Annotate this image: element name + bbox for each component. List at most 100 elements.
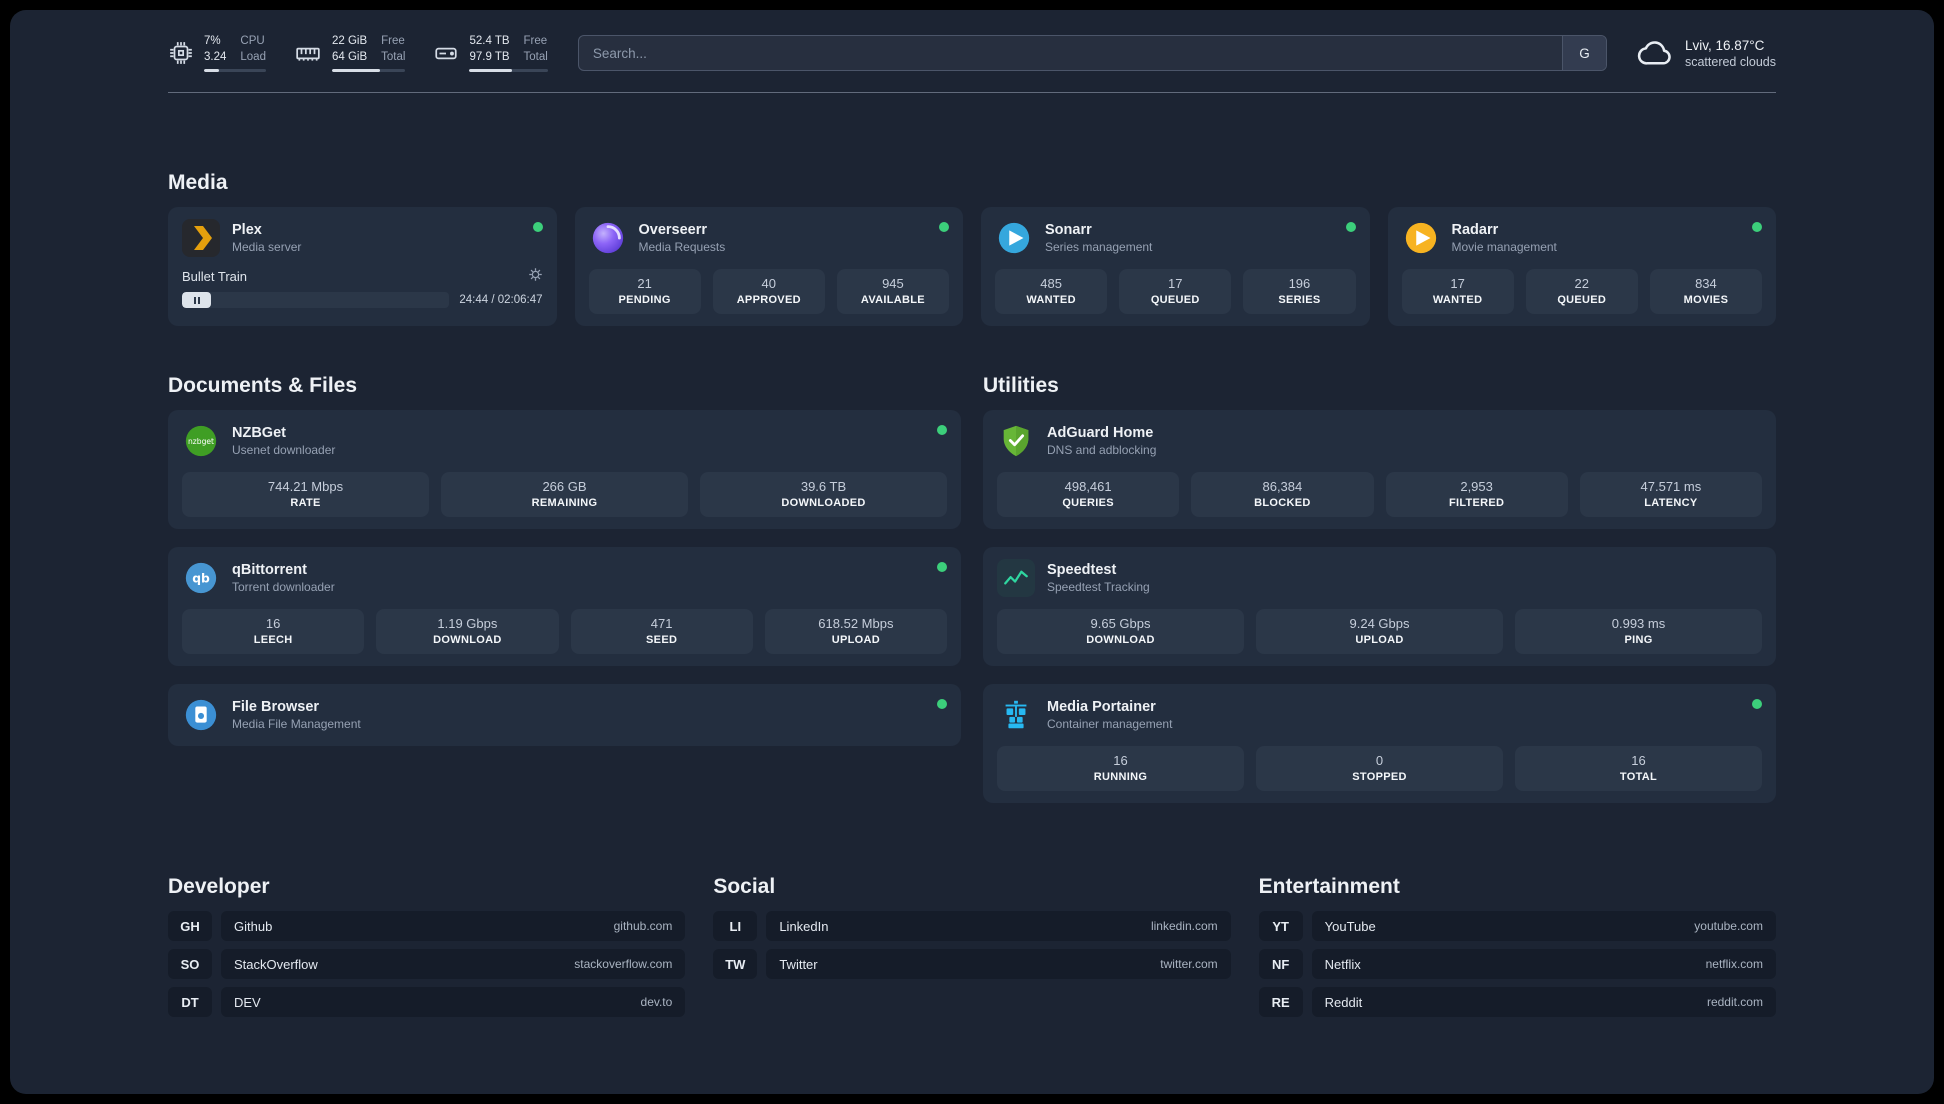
stat-label: TOTAL [1619, 771, 1658, 784]
bookmark-group-entertainment: Entertainment YT YouTube youtube.com NF … [1258, 875, 1776, 1018]
stat-label: DOWNLOAD [1086, 634, 1155, 647]
disk-free-label: Free [523, 35, 548, 47]
stat-series: 196 SERIES [1243, 269, 1356, 315]
stat-download: 9.65 Gbps DOWNLOAD [997, 609, 1244, 655]
search-input[interactable] [578, 36, 1562, 71]
app-card-portainer[interactable]: Media Portainer Container management 16 … [983, 684, 1776, 804]
stat-latency: 47.571 ms LATENCY [1579, 472, 1762, 518]
weather-condition: scattered clouds [1684, 54, 1776, 69]
ram-widget: 22 GiB 64 GiB Free Total [294, 34, 406, 73]
bookmark-netflix[interactable]: NF Netflix netflix.com [1258, 949, 1776, 980]
stat-label: PING [1624, 634, 1653, 647]
bookmark-name: YouTube [1324, 918, 1376, 934]
bookmark-abbr: SO [168, 949, 212, 980]
stat-value: 17 [1168, 276, 1183, 292]
app-card-overseerr[interactable]: Overseerr Media Requests 21 PENDING 40 A… [574, 207, 963, 327]
sonarr-icon [995, 219, 1033, 257]
stat-value: 9.65 Gbps [1090, 616, 1151, 632]
bookmark-name: Twitter [779, 956, 818, 972]
cpu-load-label: Load [240, 50, 266, 63]
app-card-plex[interactable]: Plex Media server Bullet Train 24:44 / 0… [168, 207, 557, 327]
portainer-icon [997, 696, 1035, 734]
stat-label: DOWNLOAD [433, 634, 502, 647]
ram-icon [294, 40, 322, 66]
weather-widget[interactable]: Lviv, 16.87°C scattered clouds [1637, 38, 1776, 69]
app-card-adguard[interactable]: AdGuard Home DNS and adblocking 498,461 … [983, 410, 1776, 530]
stat-value: 0 [1375, 753, 1384, 769]
bookmark-abbr: TW [713, 949, 758, 980]
stat-value: 9.24 Gbps [1349, 616, 1410, 632]
stat-value: 498,461 [1064, 479, 1112, 495]
app-name: Radarr [1451, 222, 1499, 239]
stat-downloaded: 39.6 TB DOWNLOADED [700, 472, 947, 518]
middle-columns: Documents & Files nzbget NZBGet Usenet d… [168, 374, 1776, 804]
bookmark-reddit[interactable]: RE Reddit reddit.com [1258, 987, 1776, 1018]
stat-label: REMAINING [531, 497, 598, 510]
app-card-speedtest[interactable]: Speedtest Speedtest Tracking 9.65 Gbps D… [983, 547, 1776, 667]
stat-label: SERIES [1278, 294, 1321, 307]
stat-filtered: 2,953 FILTERED [1385, 472, 1568, 518]
bookmark-group-title: Entertainment [1258, 875, 1400, 899]
bookmark-url: reddit.com [1706, 995, 1763, 1010]
player-settings-button[interactable] [528, 267, 543, 285]
disk-total-value: 97.9 TB [469, 50, 510, 63]
app-card-filebrowser[interactable]: File Browser Media File Management [168, 684, 961, 747]
stat-value: 618.52 Mbps [818, 616, 894, 632]
bookmark-youtube[interactable]: YT YouTube youtube.com [1258, 911, 1776, 942]
cpu-label: CPU [240, 35, 265, 47]
bookmark-name: DEV [234, 994, 261, 1010]
app-card-nzbget[interactable]: nzbget NZBGet Usenet downloader 744.21 M… [168, 410, 961, 530]
pause-icon [193, 296, 200, 304]
stat-value: 16 [1631, 753, 1646, 769]
app-card-sonarr[interactable]: Sonarr Series management 485 WANTED 17 Q… [981, 207, 1370, 327]
stat-upload: 9.24 Gbps UPLOAD [1256, 609, 1503, 655]
stat-label: AVAILABLE [860, 294, 925, 307]
stat-label: BLOCKED [1254, 497, 1311, 510]
section-title-media: Media [168, 171, 228, 195]
bookmark-abbr: YT [1258, 911, 1303, 942]
svg-text:nzbget: nzbget [188, 437, 214, 446]
bookmark-github[interactable]: GH Github github.com [168, 911, 686, 942]
section-documents: Documents & Files nzbget NZBGet Usenet d… [168, 374, 961, 803]
stat-available: 945 AVAILABLE [836, 269, 950, 315]
app-card-radarr[interactable]: Radarr Movie management 17 WANTED 22 QUE… [1387, 207, 1776, 327]
stat-total: 16 TOTAL [1515, 746, 1762, 792]
cpu-icon [168, 40, 194, 66]
stat-label: LEECH [253, 634, 293, 647]
bookmark-linkedin[interactable]: LI LinkedIn linkedin.com [713, 911, 1231, 942]
qbittorrent-icon: qb [182, 559, 220, 597]
bookmark-name: StackOverflow [234, 956, 318, 972]
status-dot [937, 562, 947, 573]
stat-label: QUEUED [1150, 294, 1200, 307]
app-description: Media File Management [232, 717, 361, 732]
stat-label: RUNNING [1093, 771, 1148, 784]
bookmark-stackoverflow[interactable]: SO StackOverflow stackoverflow.com [168, 949, 686, 980]
bookmark-url: youtube.com [1694, 919, 1763, 934]
ram-free-label: Free [381, 35, 405, 47]
playback-progress-bar[interactable] [182, 292, 450, 309]
bookmarks-area: Developer GH Github github.com SO StackO… [168, 875, 1776, 1018]
stat-value: 1.19 Gbps [437, 616, 498, 632]
stat-label: DOWNLOADED [781, 497, 866, 510]
bookmark-url: dev.to [640, 995, 673, 1010]
stat-value: 266 GB [542, 479, 587, 495]
stat-movies: 834 MOVIES [1649, 269, 1763, 315]
bookmark-dev[interactable]: DT DEV dev.to [168, 987, 686, 1018]
app-card-qbittorrent[interactable]: qb qBittorrent Torrent downloader 16 LEE… [168, 547, 961, 667]
bookmark-url: github.com [613, 919, 673, 934]
status-dot [1752, 222, 1762, 233]
search-engine-button[interactable]: G [1561, 36, 1606, 71]
stat-value: 834 [1695, 276, 1717, 292]
now-playing-title: Bullet Train [182, 268, 248, 284]
plex-now-playing: Bullet Train 24:44 / 02:06:47 [182, 267, 543, 309]
app-name: NZBGet [232, 425, 286, 442]
stat-label: UPLOAD [831, 634, 880, 647]
app-name: Overseerr [638, 222, 708, 239]
stat-upload: 618.52 Mbps UPLOAD [764, 609, 947, 655]
bookmark-bar: Reddit reddit.com [1311, 987, 1776, 1018]
stat-value: 86,384 [1262, 479, 1303, 495]
disk-widget: 52.4 TB 97.9 TB Free Total [433, 34, 548, 73]
bookmark-abbr: GH [168, 911, 212, 942]
weather-location: Lviv, 16.87°C [1684, 37, 1765, 53]
bookmark-twitter[interactable]: TW Twitter twitter.com [713, 949, 1231, 980]
